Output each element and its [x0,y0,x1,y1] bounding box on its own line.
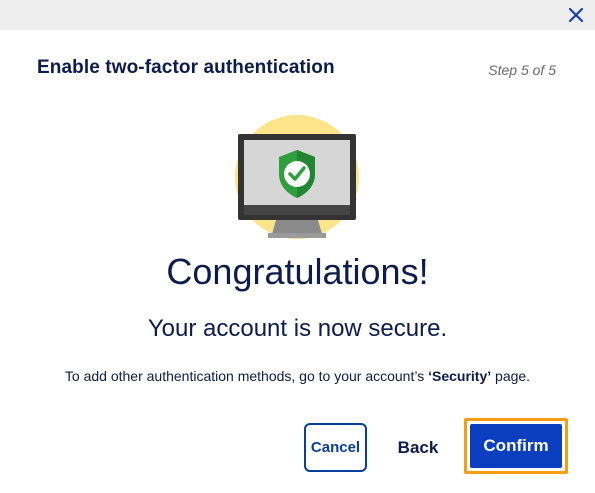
step-indicator: Step 5 of 5 [488,62,556,78]
success-subline: Your account is now secure. [147,315,448,342]
confirm-button[interactable]: Confirm [470,424,562,468]
close-icon[interactable] [567,6,585,24]
secure-monitor-icon [232,112,362,242]
dialog-top-bar [0,0,595,30]
info-prefix: To add other authentication methods, go … [64,368,429,384]
two-factor-dialog: Enable two-factor authentication Step 5 … [0,0,595,493]
dialog-title: Enable two-factor authentication [37,57,335,78]
back-button[interactable]: Back [389,423,447,472]
success-headline: Congratulations! [166,251,429,292]
cancel-button[interactable]: Cancel [304,423,367,472]
info-suffix: page. [491,368,531,384]
security-info-text: To add other authentication methods, go … [0,368,595,384]
info-security-emphasis: ‘Security’ [428,368,492,384]
close-button[interactable] [567,6,585,24]
